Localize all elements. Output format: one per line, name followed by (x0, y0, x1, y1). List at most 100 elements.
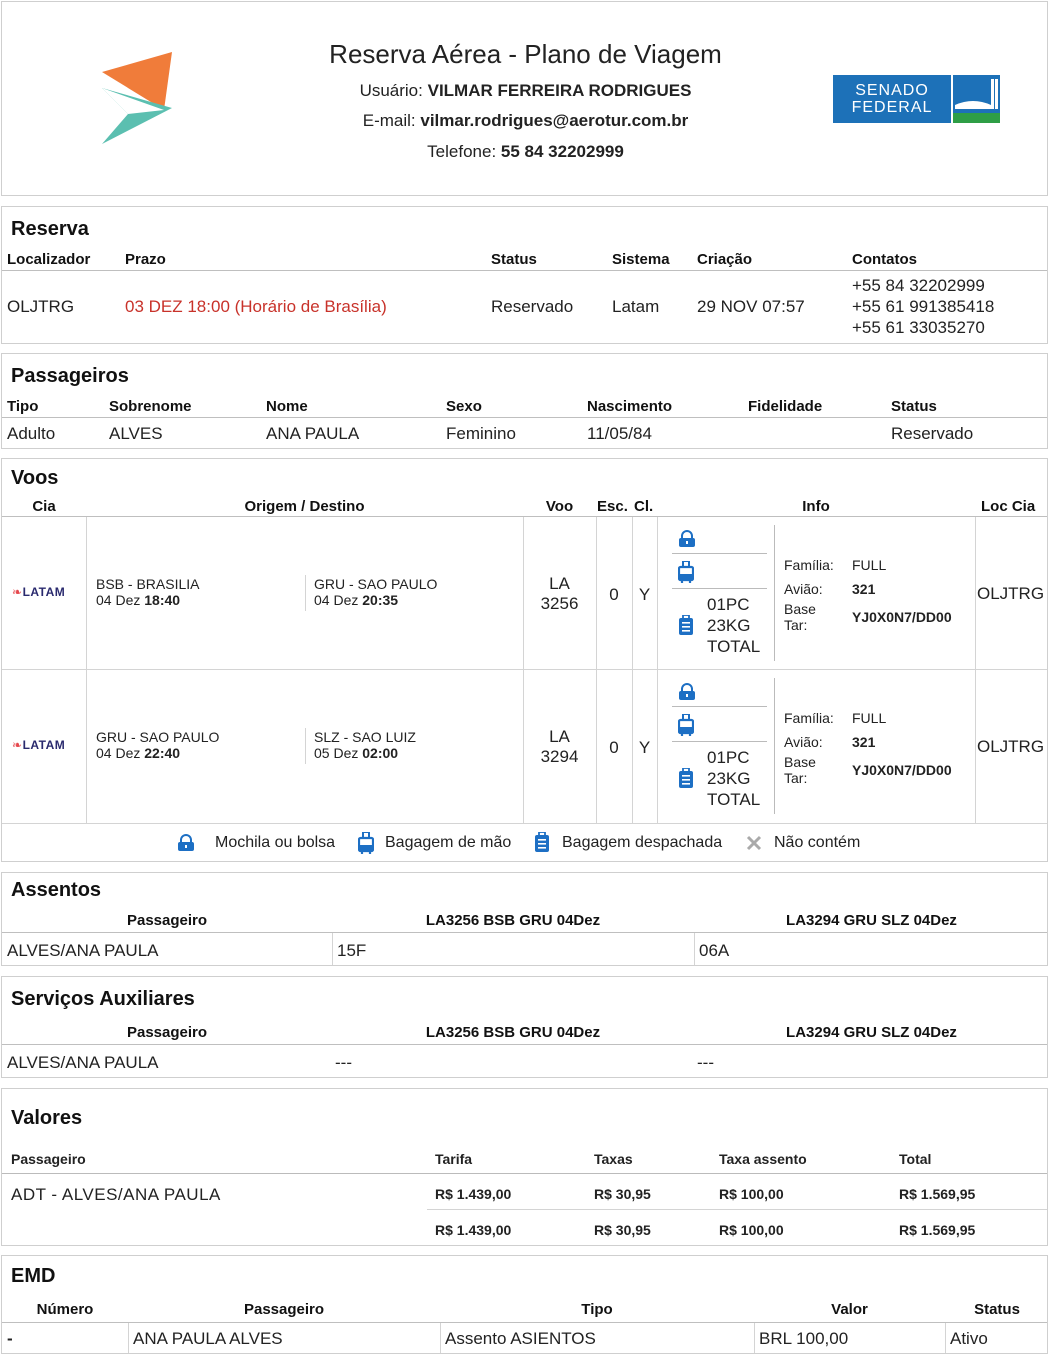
checked-bag-icon (679, 615, 693, 635)
base-tar-label-1: Base Tar: (784, 601, 816, 633)
passageiro-sobrenome: ALVES (109, 424, 163, 443)
assentos-title: Assentos (11, 879, 102, 901)
emd-numero: - (7, 1329, 13, 1348)
valor-total: R$ 1.569,95 (899, 1186, 976, 1202)
voo-1: LA 3256 (540, 574, 579, 613)
total-taxas: R$ 30,95 (594, 1222, 651, 1238)
voos-title: Voos (11, 467, 59, 489)
assentos-panel: Assentos Passageiro LA3256 BSB GRU 04Dez… (1, 872, 1048, 966)
col-fidelidade: Fidelidade (748, 398, 823, 415)
passageiros-header-row: Tipo Sobrenome Nome Sexo Nascimento Fide… (2, 394, 1047, 418)
prazo-value: 03 DEZ 18:00 (Horário de Brasília) (125, 297, 387, 316)
destino-2: SLZ - SAO LUIZ 05 Dez 02:00 (314, 729, 416, 761)
cl-1: Y (638, 585, 651, 604)
assento-voo-2: 06A (699, 941, 730, 960)
col-passageiro: Passageiro (126, 912, 208, 929)
col-loc-cia: Loc Cia (981, 498, 1036, 515)
passageiro-status: Reservado (891, 424, 974, 443)
col-nome: Nome (266, 398, 308, 415)
total-tarifa: R$ 1.439,00 (435, 1222, 512, 1238)
backpack-icon (178, 834, 194, 851)
col-prazo: Prazo (125, 251, 166, 268)
page-title: Reserva Aérea - Plano de Viagem (329, 39, 722, 69)
valor-passageiro: ADT - ALVES/ANA PAULA (11, 1185, 221, 1204)
email-value[interactable]: vilmar.rodrigues@aerotur.com.br (420, 111, 688, 130)
senado-logo-text-1: SENADO (855, 82, 929, 99)
loc-cia-1: OLJTRG (977, 584, 1045, 603)
col-tipo: Tipo (7, 398, 39, 415)
col-passageiro: Passageiro (243, 1301, 325, 1318)
status-value: Reservado (491, 297, 574, 316)
telefone-line: Telefone: 55 84 32202999 (2, 142, 1049, 162)
col-localizador: Localizador (7, 251, 91, 268)
senado-federal-logo: SENADO FEDERAL (833, 75, 1000, 123)
col-status: Status (891, 398, 937, 415)
contato-3: +55 61 33035270 (852, 318, 985, 337)
senado-logo-text-2: FEDERAL (851, 99, 933, 116)
carry-on-icon (678, 714, 694, 736)
latam-logo: ❧LATAM (12, 585, 66, 599)
valor-taxa-assento: R$ 100,00 (719, 1186, 784, 1202)
valores-title: Valores (11, 1107, 83, 1129)
col-status: Status (491, 251, 537, 268)
col-info: Info (802, 498, 830, 515)
carry-on-icon (678, 561, 694, 583)
voos-panel: Voos Cia Origem / Destino Voo Esc. Cl. I… (1, 458, 1048, 862)
col-voo: Voo (545, 498, 574, 515)
origem-2: GRU - SAO PAULO 04 Dez 22:40 (96, 729, 219, 761)
col-nascimento: Nascimento (587, 398, 673, 415)
info-2: Família: FULL Avião: 321 (784, 710, 887, 750)
carry-on-icon (358, 832, 374, 854)
backpack-icon (679, 683, 695, 700)
assento-voo-1: 15F (337, 941, 367, 960)
origem-1-airport: BSB - BRASILIA (96, 576, 200, 592)
col-sobrenome: Sobrenome (109, 398, 192, 415)
legend-despachada: Bagagem despachada (562, 834, 723, 851)
emd-header-row: Número Passageiro Tipo Valor Status (2, 1295, 1047, 1323)
assentos-header-row: Passageiro LA3256 BSB GRU 04Dez LA3294 G… (2, 907, 1047, 933)
header-panel: Reserva Aérea - Plano de Viagem Usuário:… (1, 1, 1048, 196)
destino-2-datetime: 05 Dez 02:00 (314, 745, 399, 761)
col-voo-1: LA3256 BSB GRU 04Dez (425, 912, 601, 929)
col-total: Total (899, 1151, 932, 1167)
legend-mao: Bagagem de mão (385, 834, 512, 851)
col-sexo: Sexo (446, 398, 482, 415)
passageiros-panel: Passageiros Tipo Sobrenome Nome Sexo Nas… (1, 353, 1048, 449)
total-taxa-assento: R$ 100,00 (719, 1222, 784, 1238)
usuario-label: Usuário: (359, 81, 423, 100)
valor-tarifa: R$ 1.439,00 (435, 1186, 512, 1202)
legend-mochila: Mochila ou bolsa (215, 834, 336, 851)
valores-header-row: Passageiro Tarifa Taxas Taxa assento Tot… (2, 1151, 1047, 1171)
telefone-label: Telefone: (427, 142, 497, 161)
col-criacao: Criação (697, 251, 753, 268)
emd-status: Ativo (950, 1329, 988, 1348)
info-1: Família: FULL Avião: 321 (784, 557, 887, 597)
emd-passageiro: ANA PAULA ALVES (133, 1329, 283, 1348)
passageiro-sexo: Feminino (446, 424, 516, 443)
destino-1-airport: GRU - SAO PAULO (314, 576, 438, 592)
cl-2: Y (638, 738, 651, 757)
email-label: E-mail: (362, 111, 416, 130)
base-tar-2: YJ0X0N7/DD00 (852, 762, 952, 778)
col-tipo: Tipo (581, 1301, 613, 1318)
valores-panel: Valores Passageiro Tarifa Taxas Taxa ass… (1, 1088, 1048, 1246)
passageiros-title: Passageiros (11, 365, 129, 387)
col-voo-1: LA3256 BSB GRU 04Dez (425, 1024, 601, 1041)
servicos-panel: Serviços Auxiliares Passageiro LA3256 BS… (1, 976, 1048, 1078)
voo-2: LA 3294 (540, 727, 579, 766)
backpack-icon (679, 530, 695, 547)
origem-2-airport: GRU - SAO PAULO (96, 729, 220, 745)
bag-allowance-2: 01PC 23KG TOTAL (707, 748, 761, 809)
servicos-header-row: Passageiro LA3256 BSB GRU 04Dez LA3294 G… (2, 1019, 1047, 1045)
emd-tipo: Assento ASIENTOS (445, 1329, 596, 1348)
checked-bag-icon (535, 832, 549, 852)
bag-legend: Mochila ou bolsa Bagagem de mão Bagagem … (2, 832, 1047, 856)
passageiro-nascimento: 11/05/84 (587, 424, 652, 443)
emd-valor: BRL 100,00 (759, 1329, 849, 1348)
legend-nao-contem: Não contém (774, 834, 861, 851)
col-esc: Esc. (597, 498, 628, 515)
latam-logo: ❧LATAM (12, 738, 66, 752)
col-passageiro: Passageiro (11, 1151, 86, 1167)
passageiro-tipo: Adulto (7, 424, 56, 443)
flight-row-2: ❧LATAM GRU - SAO PAULO 04 Dez 22:40 SLZ … (2, 670, 1047, 823)
